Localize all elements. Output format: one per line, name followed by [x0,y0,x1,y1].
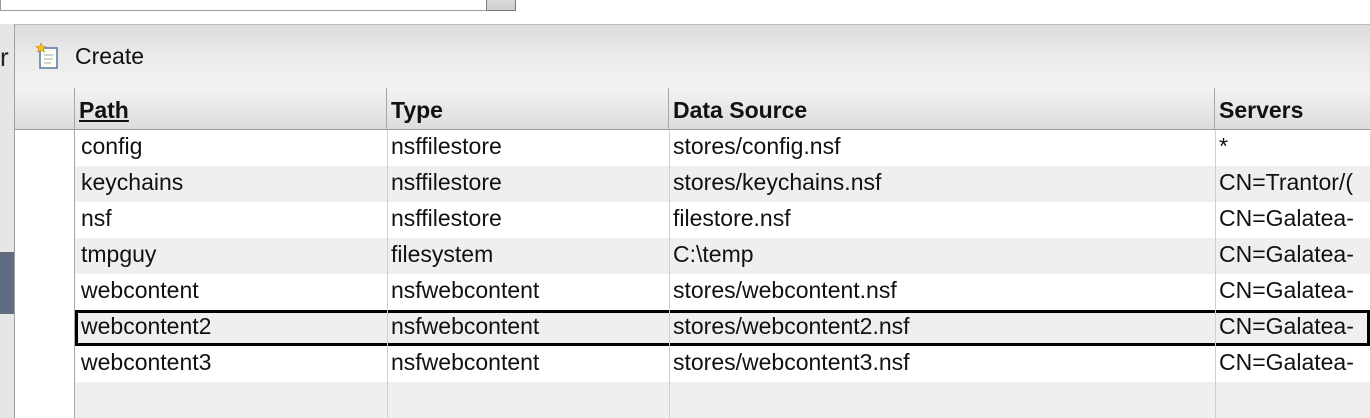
cell-type: nsffilestore [391,133,502,159]
cell-data-source: C:\temp [673,241,754,267]
table-row[interactable]: webcontent3 nsfwebcontent stores/webcont… [75,346,1370,382]
column-divider [1215,130,1216,418]
table-row[interactable]: webcontent nsfwebcontent stores/webconte… [75,274,1370,310]
column-header-label: Type [391,97,443,123]
cell-type: nsffilestore [391,205,502,231]
cell-type: nsfwebcontent [391,349,540,375]
table-row-focused[interactable]: webcontent2 nsfwebcontent stores/webcont… [75,310,1370,346]
new-item-icon [35,42,58,69]
left-panel-selected-item[interactable] [0,252,14,314]
cell-path: nsf [81,205,112,231]
table-body: config nsffilestore stores/config.nsf * … [75,130,1370,382]
cell-data-source: stores/config.nsf [673,133,841,159]
cell-type: nsfwebcontent [391,313,540,339]
cell-path: webcontent3 [81,349,212,375]
cell-servers: CN=Galatea- [1219,313,1354,339]
column-header-data-source[interactable]: Data Source [669,88,1215,130]
table-row[interactable]: tmpguy filesystem C:\temp CN=Galatea- [75,238,1370,274]
top-input-field[interactable] [0,0,488,11]
column-header-label: Path [79,97,129,123]
cell-data-source: stores/webcontent3.nsf [673,349,910,375]
cell-path: keychains [81,169,184,195]
cell-type: nsffilestore [391,169,502,195]
cell-data-source: stores/webcontent2.nsf [673,313,910,339]
cell-type: filesystem [391,241,494,267]
cell-path: webcontent [81,277,199,303]
table-row[interactable]: nsf nsffilestore filestore.nsf CN=Galate… [75,202,1370,238]
table-row-empty[interactable] [75,382,1370,418]
column-header-path[interactable]: Path [75,88,387,130]
cell-servers: CN=Trantor/( [1219,169,1353,195]
create-button[interactable]: Create [35,39,144,73]
column-header-servers[interactable]: Servers [1215,88,1370,130]
cell-servers: CN=Galatea- [1219,277,1354,303]
column-divider [669,130,670,418]
cell-servers: CN=Galatea- [1219,205,1354,231]
cell-data-source: stores/keychains.nsf [673,169,882,195]
cell-type: nsfwebcontent [391,277,540,303]
table-row[interactable]: config nsffilestore stores/config.nsf * [75,130,1370,166]
table-row[interactable]: keychains nsffilestore stores/keychains.… [75,166,1370,202]
column-header-type[interactable]: Type [387,88,669,130]
create-button-label: Create [75,42,145,69]
row-selector-column[interactable] [15,130,75,418]
column-header-label: Servers [1219,97,1304,123]
column-divider [387,130,388,418]
top-strip [0,0,1370,24]
toolbar: Create [15,24,1370,89]
top-input-dropdown-button[interactable] [486,0,516,11]
left-panel-edge: r [0,24,15,418]
cell-data-source: stores/webcontent.nsf [673,277,897,303]
data-grid: Path Type Data Source Servers config nsf… [15,88,1370,418]
cell-path: webcontent2 [81,313,212,339]
cell-servers: CN=Galatea- [1219,349,1354,375]
cell-servers: CN=Galatea- [1219,241,1354,267]
left-panel-label-fragment: r [0,42,9,72]
row-selector-header[interactable] [15,88,75,130]
cell-path: tmpguy [81,241,157,267]
cell-path: config [81,133,143,159]
column-header-label: Data Source [673,97,808,123]
cell-servers: * [1219,133,1228,159]
cell-data-source: filestore.nsf [673,205,791,231]
